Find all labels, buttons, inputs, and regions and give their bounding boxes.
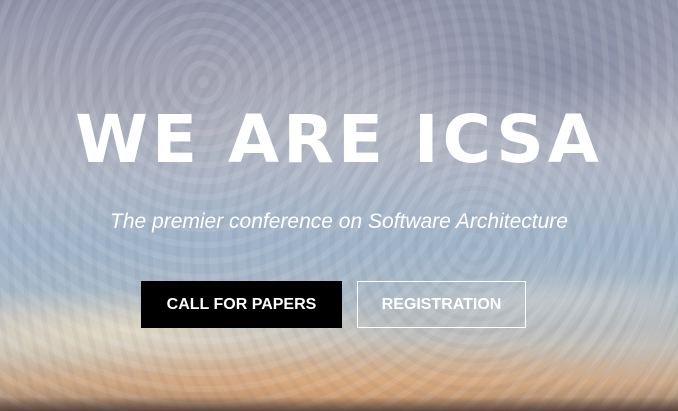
hero-actions: CALL FOR PAPERS REGISTRATION [141, 281, 526, 328]
horizon-silhouette [0, 397, 678, 411]
call-for-papers-button[interactable]: CALL FOR PAPERS [141, 281, 342, 328]
registration-button[interactable]: REGISTRATION [357, 281, 526, 328]
hero-title: WE ARE ICSA [75, 101, 603, 178]
hero-section: WE ARE ICSA The premier conference on So… [0, 0, 678, 411]
hero-subtitle: The premier conference on Software Archi… [110, 210, 568, 233]
sky-background [0, 0, 678, 411]
